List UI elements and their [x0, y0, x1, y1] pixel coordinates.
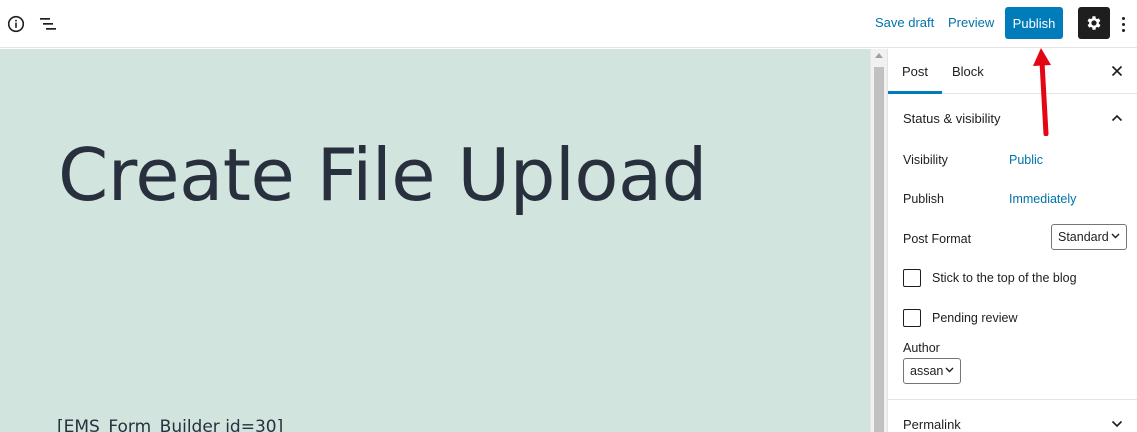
chevron-down-icon — [1110, 417, 1124, 431]
permalink-panel-toggle[interactable]: Permalink — [888, 400, 1137, 432]
sticky-label: Stick to the top of the blog — [932, 271, 1077, 285]
tab-block[interactable]: Block — [938, 49, 998, 94]
pending-review-label: Pending review — [932, 311, 1018, 325]
author-select[interactable]: assan — [903, 358, 961, 384]
scroll-up-icon[interactable] — [875, 53, 883, 58]
pending-review-row[interactable]: Pending review — [903, 309, 1017, 327]
tab-post[interactable]: Post — [888, 49, 943, 94]
editor-canvas[interactable]: Create File Upload [EMS_Form_Builder id=… — [0, 49, 870, 432]
panel-title: Status & visibility — [903, 110, 1001, 126]
scrollbar-thumb[interactable] — [874, 67, 884, 432]
chevron-up-icon — [1110, 111, 1124, 125]
sticky-checkbox[interactable] — [903, 269, 921, 287]
annotation-arrow-icon — [1033, 48, 1051, 136]
shortcode-name: EMS_Form_Builder — [63, 417, 220, 432]
visibility-toggle[interactable]: Public — [1009, 153, 1043, 167]
sticky-checkbox-row[interactable]: Stick to the top of the blog — [903, 269, 1077, 287]
status-visibility-panel-toggle[interactable]: Status & visibility — [888, 94, 1137, 142]
shortcode-prefix: [ — [57, 417, 64, 432]
editor-scrollbar[interactable] — [870, 49, 887, 432]
info-icon[interactable] — [4, 12, 28, 36]
shortcode-suffix: id=30] — [219, 417, 284, 432]
preview-button[interactable]: Preview — [948, 15, 994, 30]
save-draft-button[interactable]: Save draft — [875, 15, 934, 30]
close-icon[interactable] — [1108, 62, 1126, 80]
panel-title: Permalink — [903, 416, 961, 432]
post-format-select[interactable]: Standard — [1051, 224, 1127, 250]
settings-sidebar: Post Block Status & visibility Visibilit… — [887, 49, 1137, 432]
author-label: Author — [903, 341, 940, 355]
chevron-down-icon — [1111, 233, 1120, 239]
publish-date-toggle[interactable]: Immediately — [1009, 192, 1076, 206]
visibility-label: Visibility — [903, 153, 948, 167]
pending-review-checkbox[interactable] — [903, 309, 921, 327]
publish-button[interactable]: Publish — [1005, 7, 1063, 39]
settings-button[interactable] — [1078, 7, 1110, 39]
chevron-down-icon — [945, 367, 954, 373]
post-title[interactable]: Create File Upload — [58, 129, 758, 221]
more-vertical-icon[interactable] — [1116, 12, 1130, 36]
post-format-value: Standard — [1058, 230, 1109, 244]
post-format-label: Post Format — [903, 232, 972, 246]
list-view-icon[interactable] — [36, 12, 60, 36]
publish-label: Publish — [903, 192, 944, 206]
gear-icon — [1087, 16, 1101, 30]
author-value: assan — [910, 364, 944, 378]
shortcode-block[interactable]: [EMS_Form_Builder id=30] — [57, 417, 283, 432]
editor-toolbar: Save draft Preview Publish — [0, 0, 1137, 48]
sidebar-tabs: Post Block — [888, 49, 1137, 94]
